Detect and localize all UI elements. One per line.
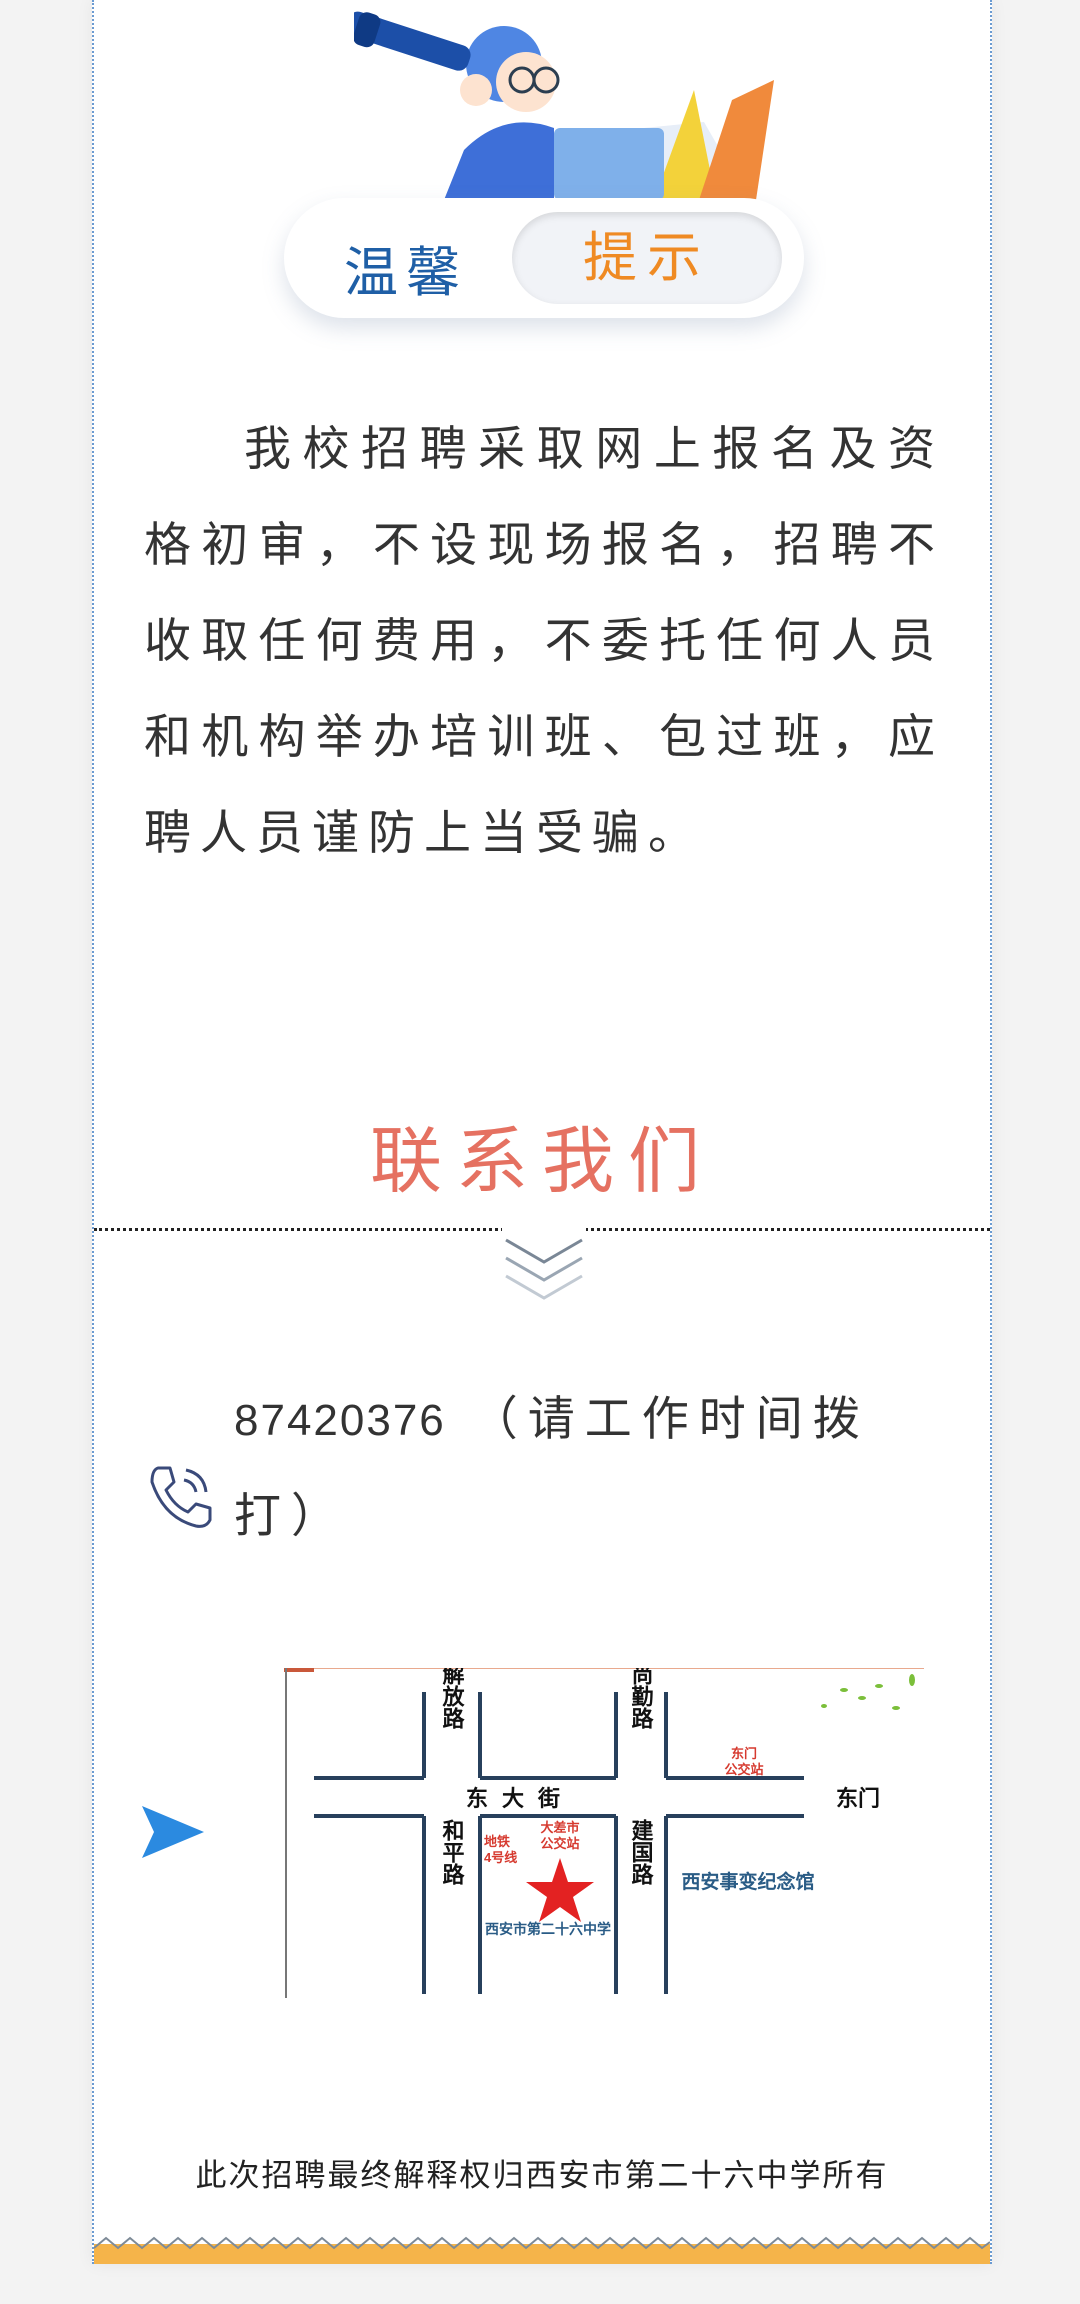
contact-title: 联系我们: [369, 1119, 714, 1203]
contact-phone: 87420376 （请工作时间拨打）: [234, 1372, 954, 1565]
dongmen-stop-a: 东门: [731, 1746, 757, 1761]
school-label: 西安市第二十六中学: [485, 1921, 611, 1937]
road-jianguo: 建国路: [629, 1819, 654, 1885]
road-shangqin: 尚勤路: [629, 1668, 654, 1729]
metro-a: 地铁: [484, 1834, 510, 1849]
metro-b: 4号线: [484, 1850, 517, 1865]
bus-stop-a: 大差市: [540, 1820, 579, 1835]
recruitment-notice: 我校招聘采取网上报名及资格初审，不设现场报名，招聘不收取任何费用，不委托任何人员…: [144, 422, 944, 861]
road-heping: 和平路: [440, 1819, 465, 1885]
dongmen-stop-b: 公交站: [724, 1762, 763, 1777]
road-dongda: 东大街: [466, 1786, 574, 1811]
memorial-label: 西安事变纪念馆: [681, 1870, 814, 1893]
tip-banner-right: 提示: [512, 212, 782, 304]
phone-icon: [150, 1466, 212, 1528]
bus-stop-b: 公交站: [540, 1836, 579, 1851]
footer-note: 此次招聘最终解释权归西安市第二十六中学所有: [195, 2158, 889, 2194]
road-jiefang: 解放路: [440, 1668, 466, 1729]
decorative-bottom-border: [94, 2236, 990, 2264]
mascot-telescope-illustration: [354, 11, 774, 200]
send-arrow-icon: [142, 1806, 204, 1858]
tip-banner-left: 温馨: [344, 241, 468, 304]
article-card: 温馨 提示 我校招聘采取网上报名及资格初审，不设现场报名，招聘不收取任何费用，不…: [92, 0, 992, 2264]
location-map: 解放路 尚勤路 和平路 建国路 东大街 东门 东门 公交站 地铁 4号线 大差市…: [284, 1668, 924, 1998]
phone-number[interactable]: 87420376: [234, 1396, 446, 1445]
road-dongmen: 东门: [836, 1786, 880, 1811]
tip-banner: 温馨 提示: [284, 198, 804, 318]
chevron-down-icon: [502, 1228, 586, 1300]
